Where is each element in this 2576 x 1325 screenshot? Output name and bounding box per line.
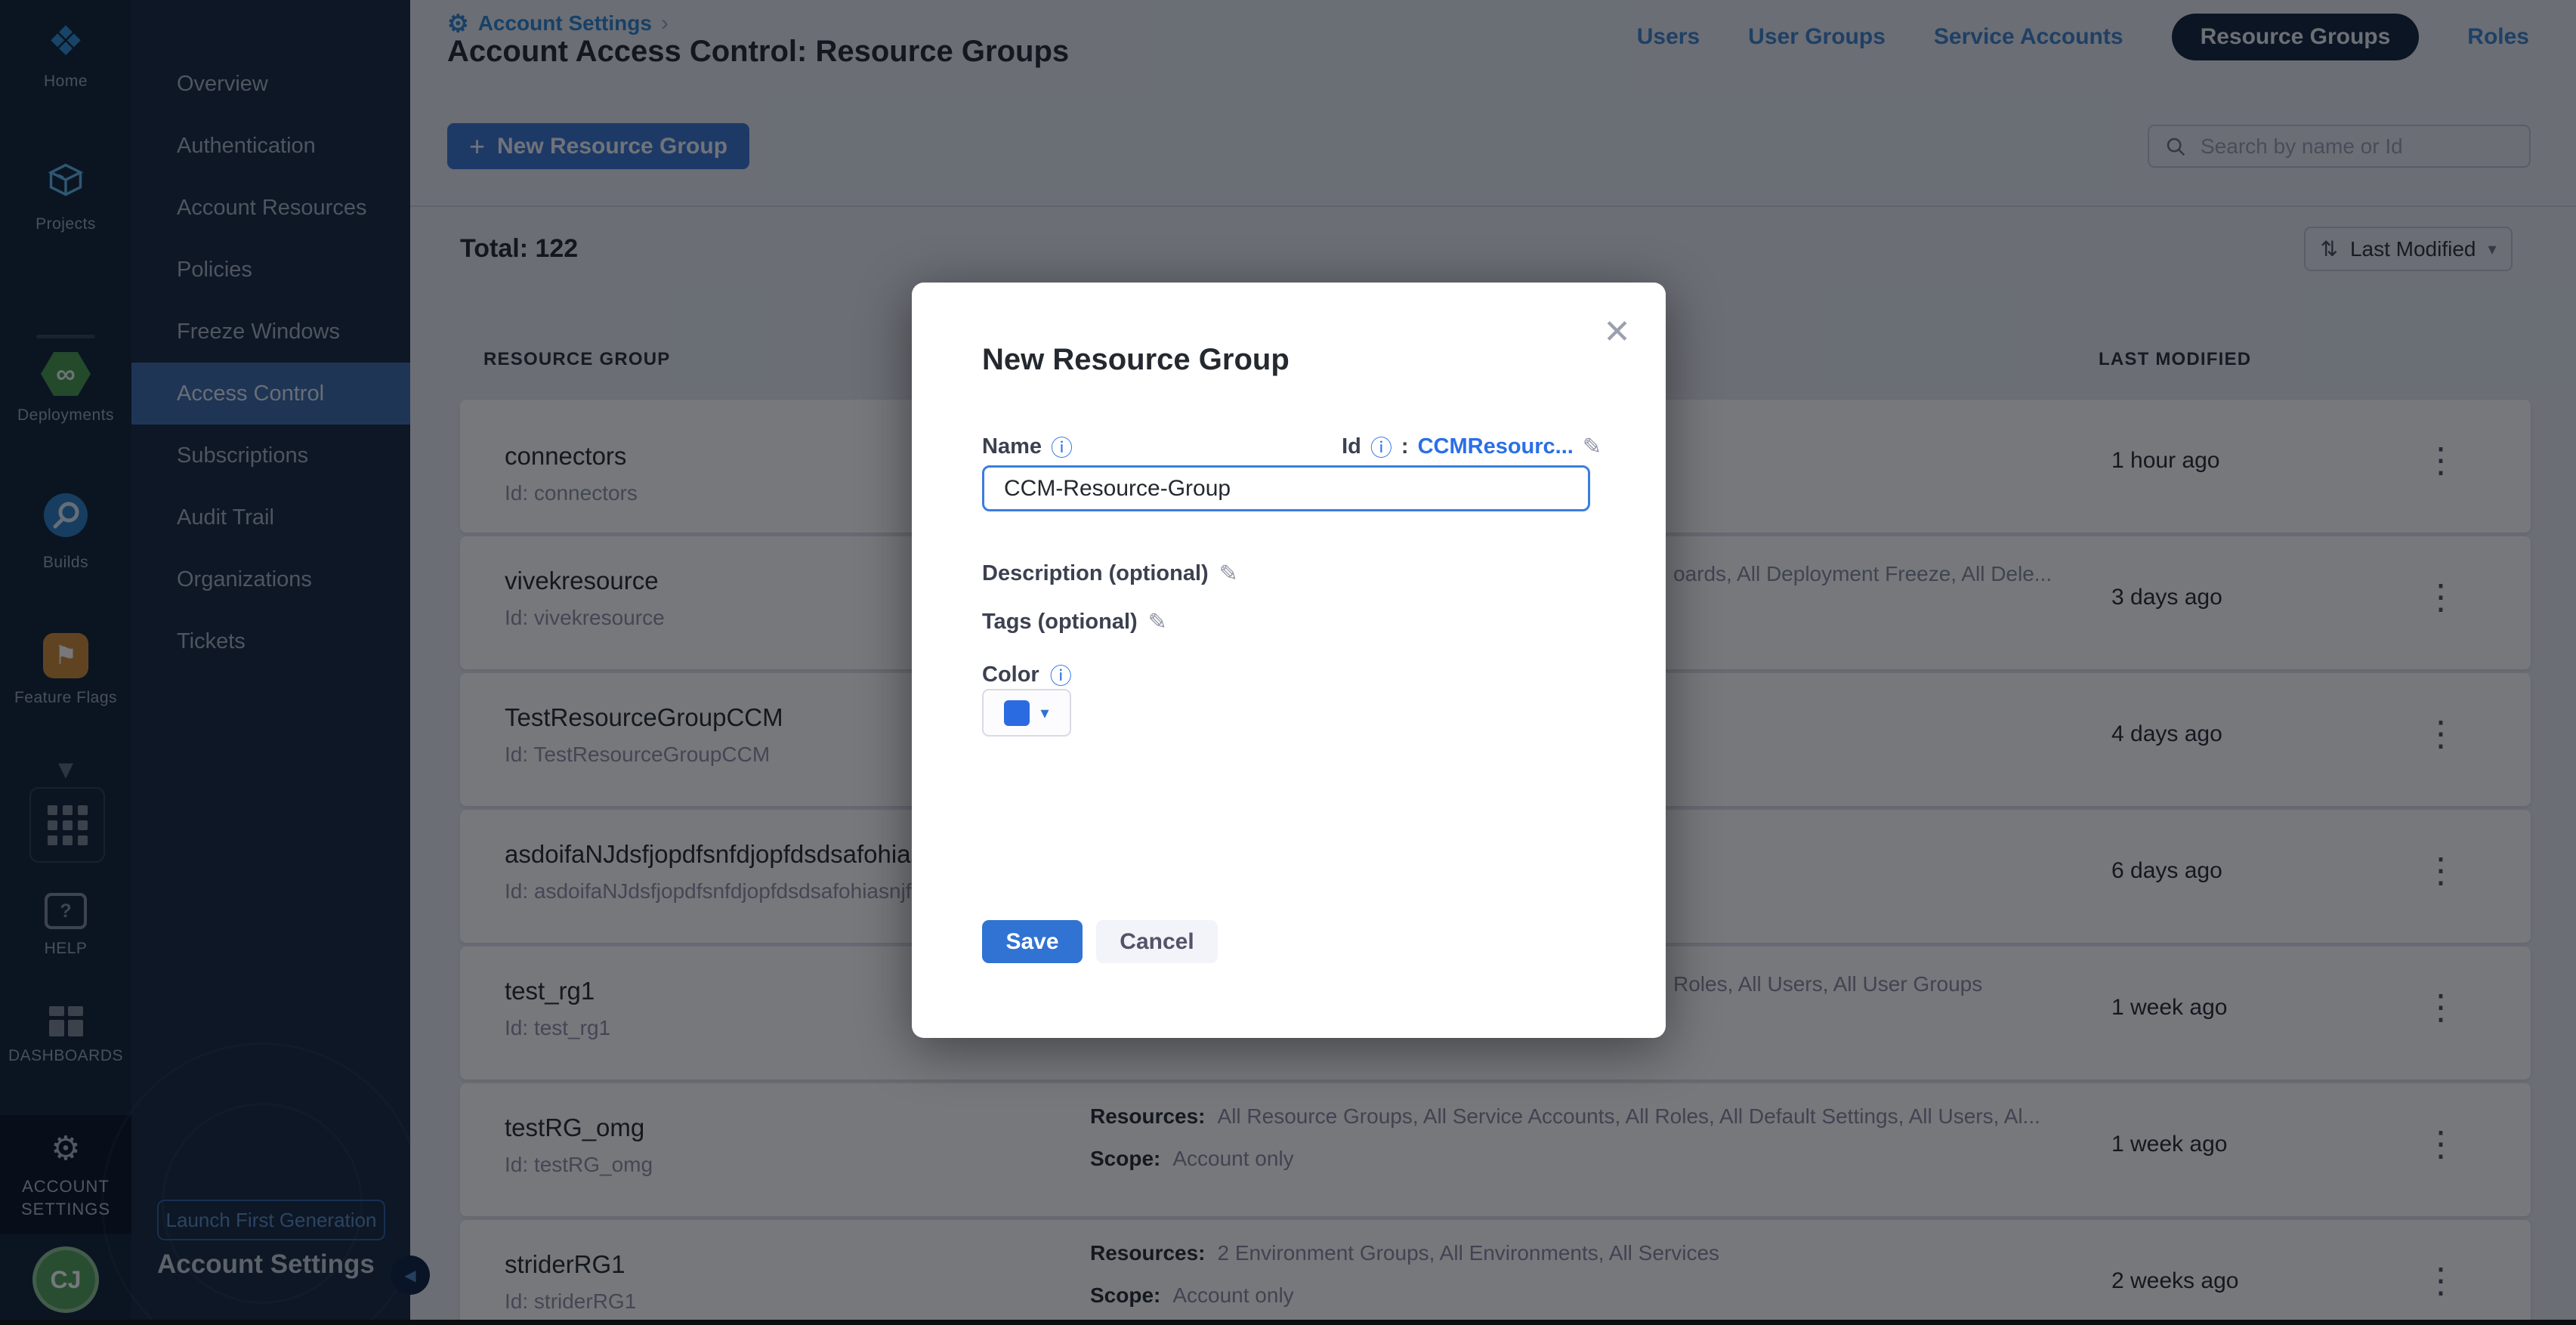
id-value-link[interactable]: CCMResourc... [1418,434,1574,459]
id-label: Id [1342,434,1361,459]
modal-title: New Resource Group [982,343,1290,377]
color-field-label: Color ⓘ [982,659,1072,690]
info-icon[interactable]: ⓘ [1051,431,1073,462]
id-separator: : [1401,434,1409,459]
description-field: Description (optional) ✎ [982,561,1238,587]
edit-id-pencil-icon[interactable]: ✎ [1583,434,1602,460]
close-icon[interactable]: ✕ [1603,313,1631,351]
name-label: Name [982,434,1042,459]
name-input[interactable] [982,465,1590,511]
chevron-down-icon: ▾ [1040,703,1049,723]
edit-description-pencil-icon[interactable]: ✎ [1219,561,1238,587]
info-icon[interactable]: ⓘ [1050,659,1072,690]
color-picker-button[interactable]: ▾ [982,689,1071,737]
tags-field: Tags (optional) ✎ [982,609,1167,635]
edit-tags-pencil-icon[interactable]: ✎ [1148,609,1167,635]
window-bottom-edge [0,1320,2576,1325]
new-resource-group-modal: ✕ New Resource Group Name ⓘ Id ⓘ : CCMRe… [912,283,1666,1038]
save-button[interactable]: Save [982,920,1083,963]
cancel-button[interactable]: Cancel [1096,920,1218,963]
info-icon[interactable]: ⓘ [1370,431,1392,462]
app-window: ❖ Home Projects ∞ Deployments [0,0,2576,1325]
name-id-label-row: Name ⓘ Id ⓘ : CCMResourc... ✎ [982,431,1602,462]
color-swatch [1004,700,1030,726]
